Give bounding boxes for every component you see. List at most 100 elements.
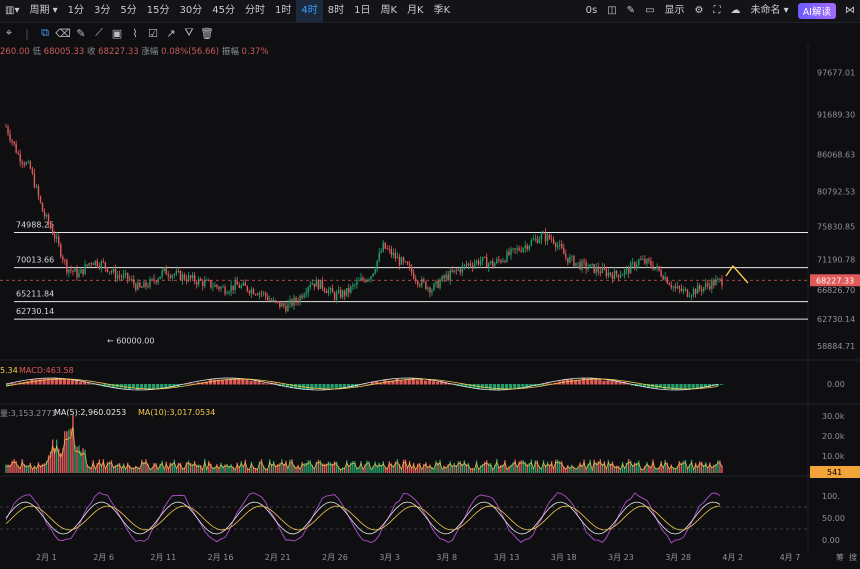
candle-body xyxy=(137,282,139,290)
price-tick-3: 80792.53 xyxy=(817,188,855,197)
volume-bar xyxy=(599,459,601,473)
candle-body xyxy=(258,292,261,296)
price-tick-1: 91689.30 xyxy=(817,111,855,120)
candle-body xyxy=(126,272,129,279)
candle-body xyxy=(374,269,376,274)
volume-bar xyxy=(106,462,109,473)
volume-bar xyxy=(66,431,68,473)
candle-body xyxy=(589,264,591,268)
macd-bar xyxy=(99,384,103,385)
volume-bar xyxy=(520,460,522,473)
volume-bar xyxy=(118,463,121,473)
price-tick-5: 71190.78 xyxy=(817,255,855,264)
candle-body xyxy=(11,140,13,142)
candle-body xyxy=(435,280,437,284)
candle-body xyxy=(236,281,238,285)
candle-body xyxy=(423,279,425,282)
macd-bar xyxy=(435,381,440,385)
macd-bar xyxy=(521,384,525,387)
candle-body xyxy=(230,285,232,292)
current-price-label: 68227.33 xyxy=(816,276,854,285)
candle-body xyxy=(35,186,38,188)
candle-body xyxy=(638,259,640,265)
candle-body xyxy=(53,234,56,239)
volume-bar xyxy=(490,463,492,473)
candle-body xyxy=(510,248,512,256)
price-tick-0: 97677.01 xyxy=(817,68,855,77)
x-tick-9: 3月 18 xyxy=(551,553,577,562)
candle-body xyxy=(441,275,443,282)
candle-body xyxy=(25,162,27,165)
candle-body xyxy=(528,245,530,250)
volume-bar xyxy=(467,463,470,473)
volume-bar xyxy=(700,461,703,473)
candle-body xyxy=(427,287,429,290)
volume-bar xyxy=(611,461,614,473)
candle-body xyxy=(548,234,551,239)
x-tick-11: 3月 28 xyxy=(665,553,691,562)
candle-body xyxy=(309,284,311,288)
candle-body xyxy=(650,261,652,266)
candle-body xyxy=(301,295,303,298)
price-chart[interactable]: 97677.01 91689.30 86068.63 80792.53 75830.85… xyxy=(0,0,860,569)
candle-body xyxy=(652,265,654,270)
candle-body xyxy=(335,292,338,300)
volume-bar xyxy=(108,461,111,473)
level-label-1: 70013.66 xyxy=(16,256,54,265)
macd-bar xyxy=(663,384,667,390)
macd-bar xyxy=(545,383,549,385)
macd-bar xyxy=(188,383,192,385)
macd-bar xyxy=(326,384,330,389)
candle-body xyxy=(433,283,435,291)
candle-body xyxy=(193,274,196,282)
x-tick-0: 2月 1 xyxy=(36,553,57,562)
volume-bar xyxy=(72,415,74,473)
x-tick-5: 2月 26 xyxy=(322,553,348,562)
level-label-2: 65211.84 xyxy=(16,290,54,299)
macd-bar xyxy=(427,380,432,385)
macd-bar xyxy=(62,379,67,385)
candle-body xyxy=(559,244,561,246)
candle-body xyxy=(204,280,206,287)
candle-body xyxy=(70,269,72,271)
candle-body xyxy=(88,263,90,266)
candle-body xyxy=(348,288,350,293)
macd-bar xyxy=(488,384,492,390)
volume-bar xyxy=(388,461,391,473)
candle-body xyxy=(613,270,616,280)
volume-bar xyxy=(317,459,320,473)
candle-body xyxy=(305,292,307,295)
macd-bar xyxy=(691,384,695,389)
candle-body xyxy=(408,264,411,267)
volume-bar xyxy=(396,459,399,473)
volume-bar xyxy=(78,445,80,473)
candle-body xyxy=(39,196,42,203)
candle-body xyxy=(664,276,666,280)
volume-bar xyxy=(378,462,380,473)
candle-body xyxy=(224,286,226,294)
volume-bar xyxy=(719,460,721,473)
macd-bar xyxy=(504,384,509,389)
candle-body xyxy=(502,260,504,263)
volume-axis-2: 10.0k xyxy=(822,452,845,461)
candle-body xyxy=(329,288,332,291)
candle-body xyxy=(311,283,313,285)
candle-body xyxy=(625,268,628,271)
candle-body xyxy=(581,260,583,270)
volume-bar xyxy=(153,462,155,473)
candle-body xyxy=(191,274,194,279)
volume-bar xyxy=(177,462,180,473)
candle-body xyxy=(98,266,101,268)
macd-bar xyxy=(58,379,62,385)
candle-body xyxy=(145,282,147,287)
candle-body xyxy=(692,289,695,296)
candle-body xyxy=(244,282,247,286)
candle-body xyxy=(520,250,522,252)
candle-body xyxy=(173,274,176,276)
candle-body xyxy=(506,251,508,262)
volume-bar xyxy=(55,439,58,473)
candle-body xyxy=(155,280,157,283)
macd-bar xyxy=(582,378,586,385)
macd-bar xyxy=(237,378,241,385)
volume-bar xyxy=(76,446,78,473)
